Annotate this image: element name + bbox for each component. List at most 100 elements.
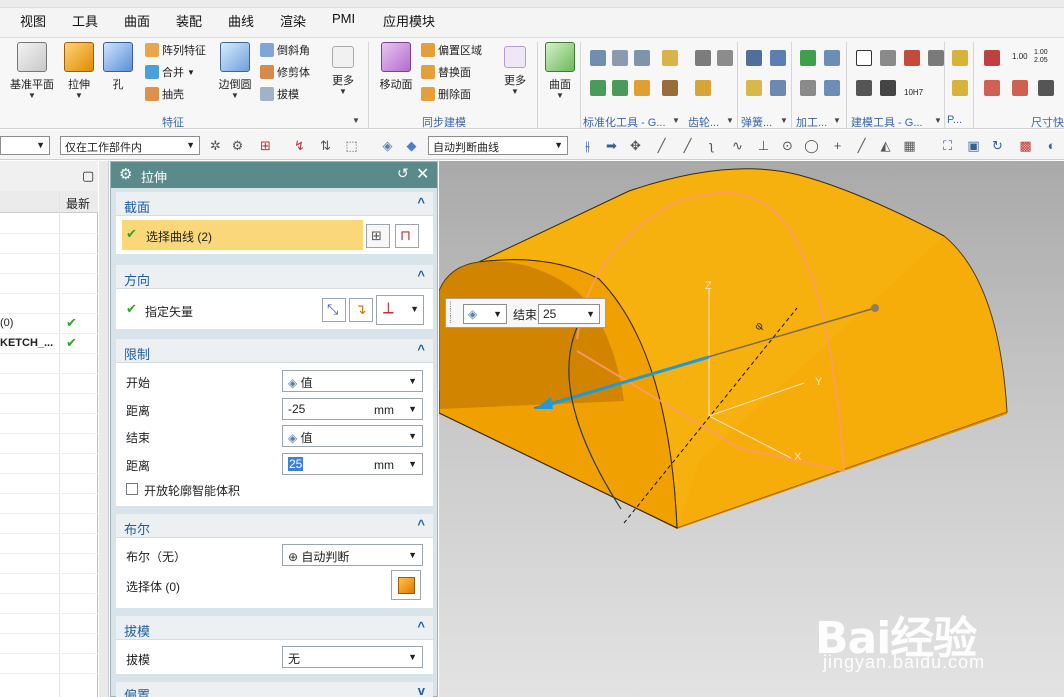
- select-mode-icon[interactable]: ⊞: [258, 138, 273, 153]
- point-icon[interactable]: +: [830, 138, 845, 153]
- surface-button[interactable]: 曲面 ▼: [543, 42, 577, 100]
- end-distance-input[interactable]: 25 mm ▼: [282, 453, 423, 475]
- dim-tool-icon[interactable]: [1038, 80, 1054, 96]
- group-expand-icon[interactable]: ▼: [726, 116, 734, 125]
- gear-tool-icon[interactable]: [695, 80, 711, 96]
- spring-tool-icon[interactable]: [746, 50, 762, 66]
- menu-curve[interactable]: 曲线: [228, 11, 254, 30]
- face-select-icon[interactable]: ◆: [404, 138, 419, 153]
- std-tool-icon[interactable]: [590, 80, 606, 96]
- menu-surface[interactable]: 曲面: [124, 11, 150, 30]
- section-header[interactable]: 截面 ^: [116, 192, 433, 216]
- curve-tool-icon[interactable]: ✥: [628, 138, 643, 153]
- spring-tool-icon[interactable]: [770, 50, 786, 66]
- face-point-icon[interactable]: ◭: [878, 138, 893, 153]
- chevron-down-icon[interactable]: v: [418, 683, 425, 697]
- std-tool-icon[interactable]: [612, 50, 628, 66]
- spring-tool-icon[interactable]: [770, 80, 786, 96]
- curve-rule-select[interactable]: 自动判断曲线 ▼: [428, 136, 568, 155]
- drag-handle-knob[interactable]: [871, 304, 879, 312]
- close-icon[interactable]: ✕: [416, 164, 429, 184]
- direction-header[interactable]: 方向 ^: [116, 265, 433, 289]
- rotate-icon[interactable]: ↻: [990, 138, 1005, 153]
- p-tool-icon[interactable]: [952, 50, 968, 66]
- dim-tolerance-label[interactable]: 1.00 2.05: [1034, 49, 1048, 65]
- datum-plane-button[interactable]: 基准平面 ▼: [8, 42, 56, 100]
- std-tool-icon[interactable]: [662, 50, 678, 66]
- std-tool-icon[interactable]: [612, 80, 628, 96]
- unite-button[interactable]: 合并 ▼: [145, 63, 195, 81]
- machining-tool-icon[interactable]: [800, 80, 816, 96]
- quadrant-icon[interactable]: ◯: [804, 138, 819, 153]
- building-tool-icon[interactable]: [880, 50, 896, 66]
- menu-applications[interactable]: 应用模块: [383, 11, 435, 30]
- perpendicular-icon[interactable]: ⊥: [756, 138, 771, 153]
- snap-icon[interactable]: ✲: [208, 138, 223, 153]
- chevron-up-icon[interactable]: ^: [417, 195, 425, 210]
- body-select-icon[interactable]: ◈: [380, 138, 395, 153]
- reverse-direction-button[interactable]: ⤡: [322, 298, 346, 322]
- curve-icon[interactable]: ∿: [730, 138, 745, 153]
- open-profile-checkbox[interactable]: [126, 483, 138, 495]
- trim-body-button[interactable]: 修剪体: [260, 63, 310, 81]
- type-filter-select[interactable]: ▼: [0, 136, 50, 155]
- circle-center-icon[interactable]: ⊙: [780, 138, 795, 153]
- menu-tools[interactable]: 工具: [72, 11, 98, 30]
- dim-value-label[interactable]: 1.00: [1012, 52, 1028, 61]
- onscreen-type-select[interactable]: ◈ ▼: [463, 304, 507, 324]
- std-tool-icon[interactable]: [634, 50, 650, 66]
- scope-filter-select[interactable]: 仅在工作部件内 ▼: [60, 136, 200, 155]
- tolerance-label[interactable]: 10H7: [904, 88, 923, 97]
- gear-icon[interactable]: ⚙: [119, 165, 132, 183]
- rectangle-select-icon[interactable]: ⬚: [344, 138, 359, 153]
- move-face-button[interactable]: 移动面: [376, 42, 416, 92]
- view-fit-icon[interactable]: ⛶: [940, 138, 955, 153]
- vector-type-select[interactable]: ⟂ ▼: [376, 295, 424, 325]
- chevron-up-icon[interactable]: ^: [417, 268, 425, 283]
- group-expand-icon[interactable]: ▼: [672, 116, 680, 125]
- gear-tool-icon[interactable]: [695, 50, 711, 66]
- link-icon[interactable]: ⇅: [318, 138, 333, 153]
- chevron-up-icon[interactable]: ^: [417, 517, 425, 532]
- group-expand-icon[interactable]: ▼: [780, 116, 788, 125]
- view-orient-icon[interactable]: ▩: [1018, 138, 1033, 153]
- tree-row-text[interactable]: (0): [0, 317, 13, 329]
- more-sync-button[interactable]: 更多 ▼: [500, 42, 530, 96]
- dialog-titlebar[interactable]: ⚙ 拉伸 ↺ ✕: [111, 162, 437, 188]
- delete-face-button[interactable]: 删除面: [421, 85, 471, 103]
- offset-region-button[interactable]: 偏置区域: [421, 41, 482, 59]
- curve-button[interactable]: ⊓: [395, 224, 419, 248]
- draft-header[interactable]: 拔模 ^: [116, 616, 433, 640]
- reset-icon[interactable]: ↺: [397, 165, 409, 182]
- replace-face-button[interactable]: 替换面: [421, 63, 471, 81]
- hole-button[interactable]: 孔: [103, 42, 133, 92]
- vector-dialog-button[interactable]: ↴: [349, 298, 373, 322]
- tree-row-sketch[interactable]: KETCH_...: [0, 337, 53, 349]
- select-curve-row[interactable]: ✔ 选择曲线 (2): [122, 220, 363, 250]
- curve-icon[interactable]: ʅ: [704, 138, 719, 153]
- building-tool-icon[interactable]: [856, 80, 872, 96]
- std-tool-icon[interactable]: [590, 50, 606, 66]
- more-features-button[interactable]: 更多 ▼: [328, 42, 358, 96]
- dim-tool-icon[interactable]: [984, 50, 1000, 66]
- spring-tool-icon[interactable]: [746, 80, 762, 96]
- onscreen-end-input[interactable]: 25 ▼: [538, 304, 600, 324]
- draft-select[interactable]: 无 ▼: [282, 646, 423, 668]
- link-icon[interactable]: ↯: [292, 138, 307, 153]
- std-tool-icon[interactable]: [634, 80, 650, 96]
- end-type-select[interactable]: ◈ 值 ▼: [282, 425, 423, 447]
- grip-icon[interactable]: ⁞ ⁞ ⁞: [449, 302, 452, 326]
- view-icon[interactable]: ▣: [966, 138, 981, 153]
- start-type-select[interactable]: ◈ 值 ▼: [282, 370, 423, 392]
- offset-header[interactable]: 偏置 v: [116, 682, 433, 697]
- building-tool-icon[interactable]: [880, 80, 896, 96]
- p-tool-icon[interactable]: [952, 80, 968, 96]
- machining-tool-icon[interactable]: [800, 50, 816, 66]
- dim-tool-icon[interactable]: [984, 80, 1000, 96]
- shell-button[interactable]: 抽壳: [145, 85, 184, 103]
- pattern-feature-button[interactable]: 阵列特征: [145, 41, 206, 59]
- snap-icon[interactable]: ⚙: [230, 138, 245, 153]
- std-tool-icon[interactable]: [662, 80, 678, 96]
- group-expand-icon[interactable]: ▼: [352, 116, 360, 125]
- gear-tool-icon[interactable]: [717, 50, 733, 66]
